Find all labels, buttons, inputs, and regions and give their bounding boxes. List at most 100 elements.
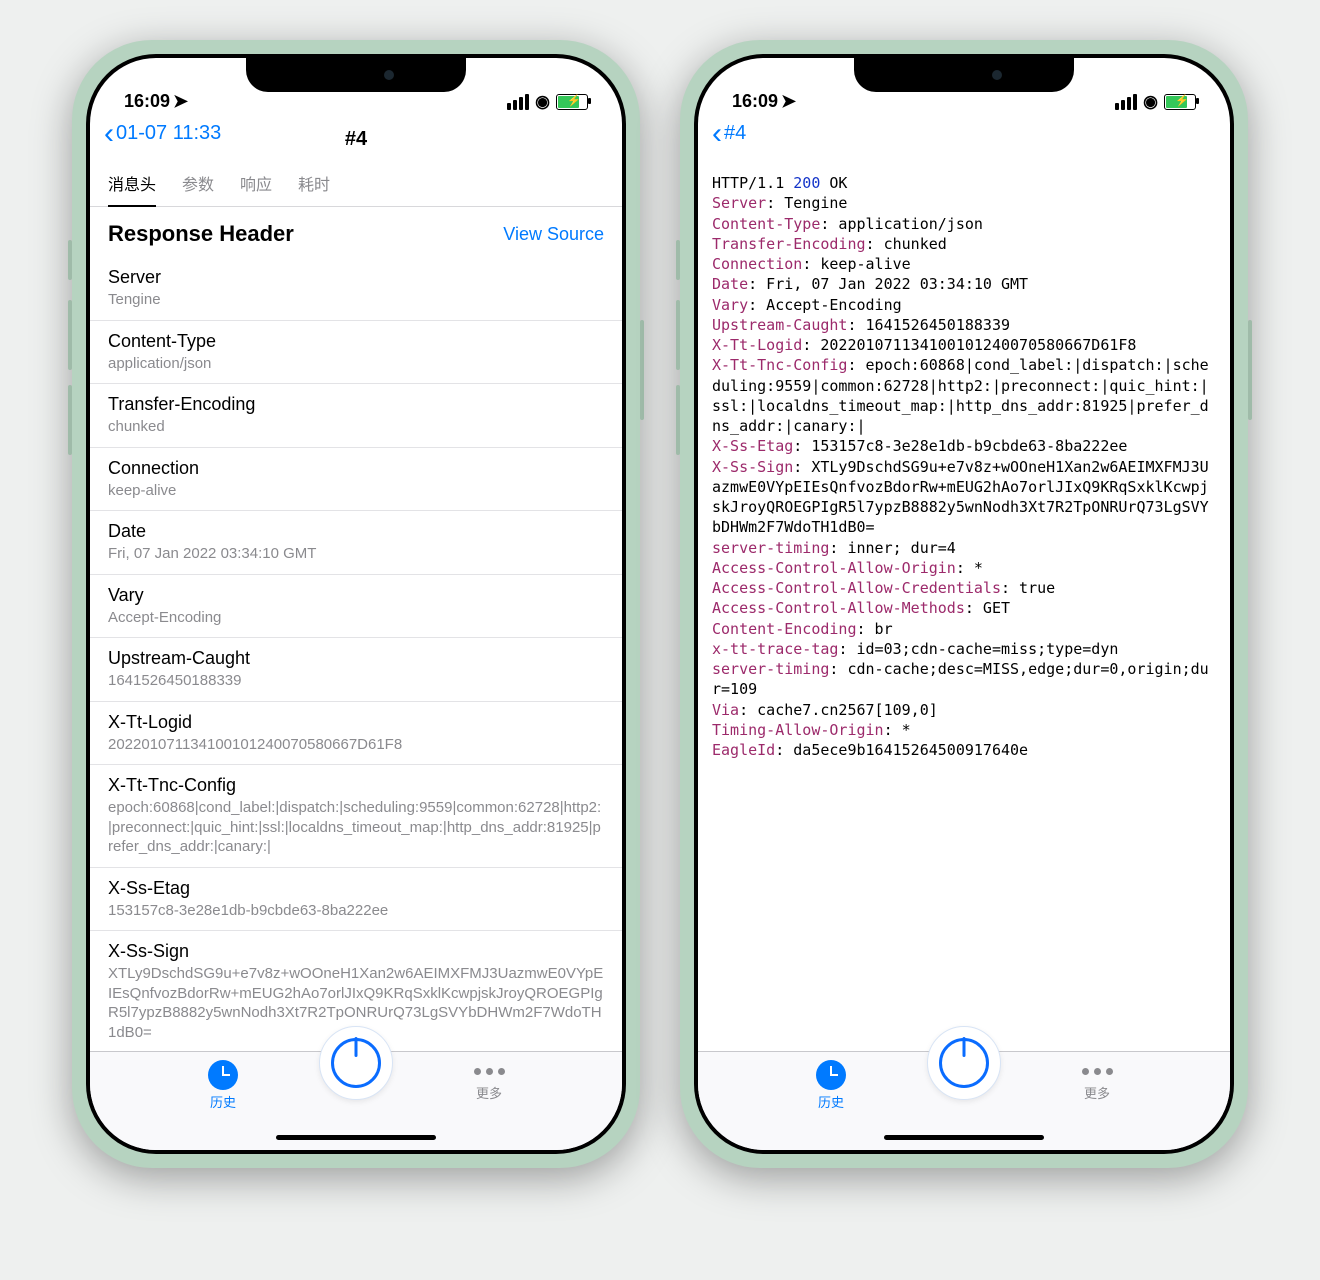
tabbar-more[interactable]: 更多 <box>429 1060 549 1102</box>
power-icon <box>939 1038 989 1088</box>
header-value: Accept-Encoding <box>108 608 604 628</box>
header-key: Content-Type <box>108 331 604 352</box>
cellular-icon <box>507 94 529 110</box>
status-time: 16:09➤ <box>124 91 188 112</box>
header-row[interactable]: ServerTengine <box>90 257 622 320</box>
header-key: Vary <box>108 585 604 606</box>
raw-line: x-tt-trace-tag: id=03;cdn-cache=miss;typ… <box>712 639 1216 659</box>
battery-icon: ⚡ <box>1164 94 1196 110</box>
wifi-icon: ◉ <box>1143 92 1158 112</box>
more-icon <box>1082 1068 1113 1075</box>
header-list[interactable]: ServerTengineContent-Typeapplication/jso… <box>90 257 622 1051</box>
header-value: 202201071134100101240070580667D61F8 <box>108 735 604 755</box>
back-button[interactable]: ‹ 01-07 11:33 <box>104 122 221 145</box>
raw-source-view[interactable]: HTTP/1.1 200 OKServer: TengineContent-Ty… <box>698 163 1230 1051</box>
power-button[interactable] <box>319 1026 393 1100</box>
tab-bar: 历史 更多 <box>698 1051 1230 1150</box>
back-label: 01-07 11:33 <box>116 122 221 145</box>
header-row[interactable]: X-Tt-Tnc-Configepoch:60868|cond_label:|d… <box>90 764 622 867</box>
home-indicator[interactable] <box>276 1135 436 1140</box>
header-value: application/json <box>108 354 604 374</box>
tab-params[interactable]: 参数 <box>182 171 214 206</box>
raw-line: Content-Encoding: br <box>712 619 1216 639</box>
raw-line: EagleId: da5ece9b16415264500917640e <box>712 740 1216 760</box>
header-key: Upstream-Caught <box>108 648 604 669</box>
home-indicator[interactable] <box>884 1135 1044 1140</box>
phone-frame-left: 16:09➤ ◉ ⚡ ‹ 01-07 11:33 #4 消息头 参数 响应 <box>72 40 640 1168</box>
header-key: X-Ss-Etag <box>108 878 604 899</box>
header-key: X-Tt-Logid <box>108 712 604 733</box>
raw-line: server-timing: cdn-cache;desc=MISS,edge;… <box>712 659 1216 700</box>
header-value: keep-alive <box>108 481 604 501</box>
header-row[interactable]: X-Ss-Etag153157c8-3e28e1db-b9cbde63-8ba2… <box>90 867 622 931</box>
location-icon: ➤ <box>173 91 188 112</box>
raw-line: HTTP/1.1 200 OK <box>712 173 1216 193</box>
header-row[interactable]: Transfer-Encodingchunked <box>90 383 622 447</box>
tab-timing[interactable]: 耗时 <box>298 171 330 206</box>
status-time: 16:09➤ <box>732 91 796 112</box>
raw-line: Access-Control-Allow-Origin: * <box>712 558 1216 578</box>
raw-line: Access-Control-Allow-Methods: GET <box>712 598 1216 618</box>
nav-bar: ‹ #4 <box>698 116 1230 163</box>
nav-title: #4 <box>345 128 367 151</box>
chevron-left-icon: ‹ <box>104 123 114 145</box>
header-row[interactable]: DateFri, 07 Jan 2022 03:34:10 GMT <box>90 510 622 574</box>
header-row[interactable]: Content-Typeapplication/json <box>90 320 622 384</box>
back-button[interactable]: ‹ #4 <box>712 122 746 145</box>
header-row[interactable]: Connectionkeep-alive <box>90 447 622 511</box>
raw-line: Date: Fri, 07 Jan 2022 03:34:10 GMT <box>712 274 1216 294</box>
section-title: Response Header <box>108 221 294 247</box>
raw-line: X-Tt-Logid: 2022010711341001012400705806… <box>712 335 1216 355</box>
header-key: X-Tt-Tnc-Config <box>108 775 604 796</box>
raw-line: X-Ss-Sign: XTLy9DschdSG9u+e7v8z+wOOneH1X… <box>712 457 1216 538</box>
header-key: Transfer-Encoding <box>108 394 604 415</box>
raw-line: Timing-Allow-Origin: * <box>712 720 1216 740</box>
cellular-icon <box>1115 94 1137 110</box>
header-value: 153157c8-3e28e1db-b9cbde63-8ba222ee <box>108 901 604 921</box>
header-value: chunked <box>108 417 604 437</box>
clock-icon <box>816 1060 846 1090</box>
header-key: Server <box>108 267 604 288</box>
raw-line: X-Ss-Etag: 153157c8-3e28e1db-b9cbde63-8b… <box>712 436 1216 456</box>
raw-line: Content-Type: application/json <box>712 214 1216 234</box>
raw-line: Via: cache7.cn2567[109,0] <box>712 700 1216 720</box>
tabbar-history[interactable]: 历史 <box>163 1060 283 1111</box>
header-key: X-Ss-Sign <box>108 941 604 962</box>
header-row[interactable]: Upstream-Caught1641526450188339 <box>90 637 622 701</box>
raw-line: Transfer-Encoding: chunked <box>712 234 1216 254</box>
raw-line: Server: Tengine <box>712 193 1216 213</box>
view-source-link[interactable]: View Source <box>503 224 604 245</box>
header-row[interactable]: X-Tt-Logid202201071134100101240070580667… <box>90 701 622 765</box>
raw-line: Access-Control-Allow-Credentials: true <box>712 578 1216 598</box>
header-value: epoch:60868|cond_label:|dispatch:|schedu… <box>108 798 604 857</box>
more-icon <box>474 1068 505 1075</box>
tabbar-more[interactable]: 更多 <box>1037 1060 1157 1102</box>
raw-line: server-timing: inner; dur=4 <box>712 538 1216 558</box>
tab-response[interactable]: 响应 <box>240 171 272 206</box>
raw-line: Connection: keep-alive <box>712 254 1216 274</box>
battery-icon: ⚡ <box>556 94 588 110</box>
header-key: Date <box>108 521 604 542</box>
notch <box>854 58 1074 92</box>
header-row[interactable]: VaryAccept-Encoding <box>90 574 622 638</box>
wifi-icon: ◉ <box>535 92 550 112</box>
back-label: #4 <box>724 122 746 145</box>
tab-bar: 历史 更多 <box>90 1051 622 1150</box>
tab-headers[interactable]: 消息头 <box>108 171 156 207</box>
raw-line: Vary: Accept-Encoding <box>712 295 1216 315</box>
header-value: Tengine <box>108 290 604 310</box>
chevron-left-icon: ‹ <box>712 123 722 145</box>
header-value: Fri, 07 Jan 2022 03:34:10 GMT <box>108 544 604 564</box>
header-value: 1641526450188339 <box>108 671 604 691</box>
nav-bar: ‹ 01-07 11:33 #4 <box>90 116 622 163</box>
tabbar-history[interactable]: 历史 <box>771 1060 891 1111</box>
phone-frame-right: 16:09➤ ◉ ⚡ ‹ #4 HTTP/1.1 200 OKServer: T… <box>680 40 1248 1168</box>
notch <box>246 58 466 92</box>
location-icon: ➤ <box>781 91 796 112</box>
power-button[interactable] <box>927 1026 1001 1100</box>
power-icon <box>331 1038 381 1088</box>
raw-line: X-Tt-Tnc-Config: epoch:60868|cond_label:… <box>712 355 1216 436</box>
segment-tabs: 消息头 参数 响应 耗时 <box>90 163 622 207</box>
raw-line: Upstream-Caught: 1641526450188339 <box>712 315 1216 335</box>
header-key: Connection <box>108 458 604 479</box>
